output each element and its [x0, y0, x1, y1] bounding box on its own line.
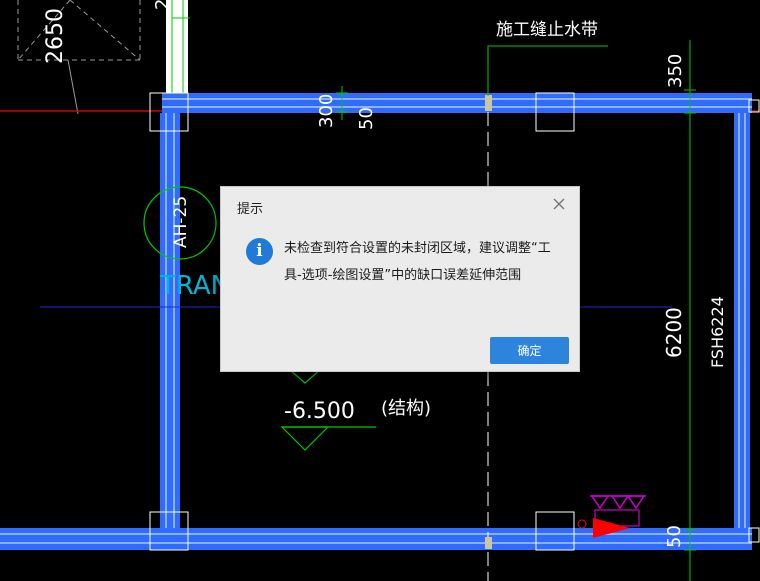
dim-50-top-label: 50 — [356, 107, 377, 130]
fsh-label: FSH6224 — [708, 296, 727, 368]
dim-50-bottom-label: 50 — [664, 525, 685, 548]
dim-20-label: 20 — [152, 0, 173, 10]
joint-marker — [485, 537, 492, 549]
joint-marker — [485, 95, 492, 111]
dim-6200-label: 6200 — [662, 307, 686, 358]
wall-left — [160, 113, 180, 543]
wall-top — [162, 93, 752, 113]
info-icon: i — [246, 238, 273, 265]
wall-right — [734, 113, 750, 533]
dim-300-label: 300 — [316, 94, 337, 128]
dialog-title: 提示 — [237, 202, 264, 217]
close-icon[interactable] — [551, 196, 567, 212]
ok-button[interactable]: 确定 — [490, 337, 569, 364]
axis-bubble-label: AH-25 — [171, 196, 191, 248]
dim-2650-label: 2650 — [43, 8, 68, 64]
structure-label: (结构) — [381, 398, 431, 419]
waterstop-label: 施工缝止水带 — [496, 20, 598, 40]
wall-bottom — [0, 528, 752, 550]
white-column — [166, 0, 188, 96]
dialog-message: 未检查到符合设置的未封闭区域，建议调整“工具-选项-绘图设置”中的缺口误差延伸范… — [284, 241, 551, 283]
elevation-label: -6.500 — [284, 399, 355, 424]
dim-350-label: 350 — [665, 54, 686, 88]
prompt-dialog: 提示 i 未检查到符合设置的未封闭区域，建议调整“工具-选项-绘图设置”中的缺口… — [220, 186, 580, 372]
